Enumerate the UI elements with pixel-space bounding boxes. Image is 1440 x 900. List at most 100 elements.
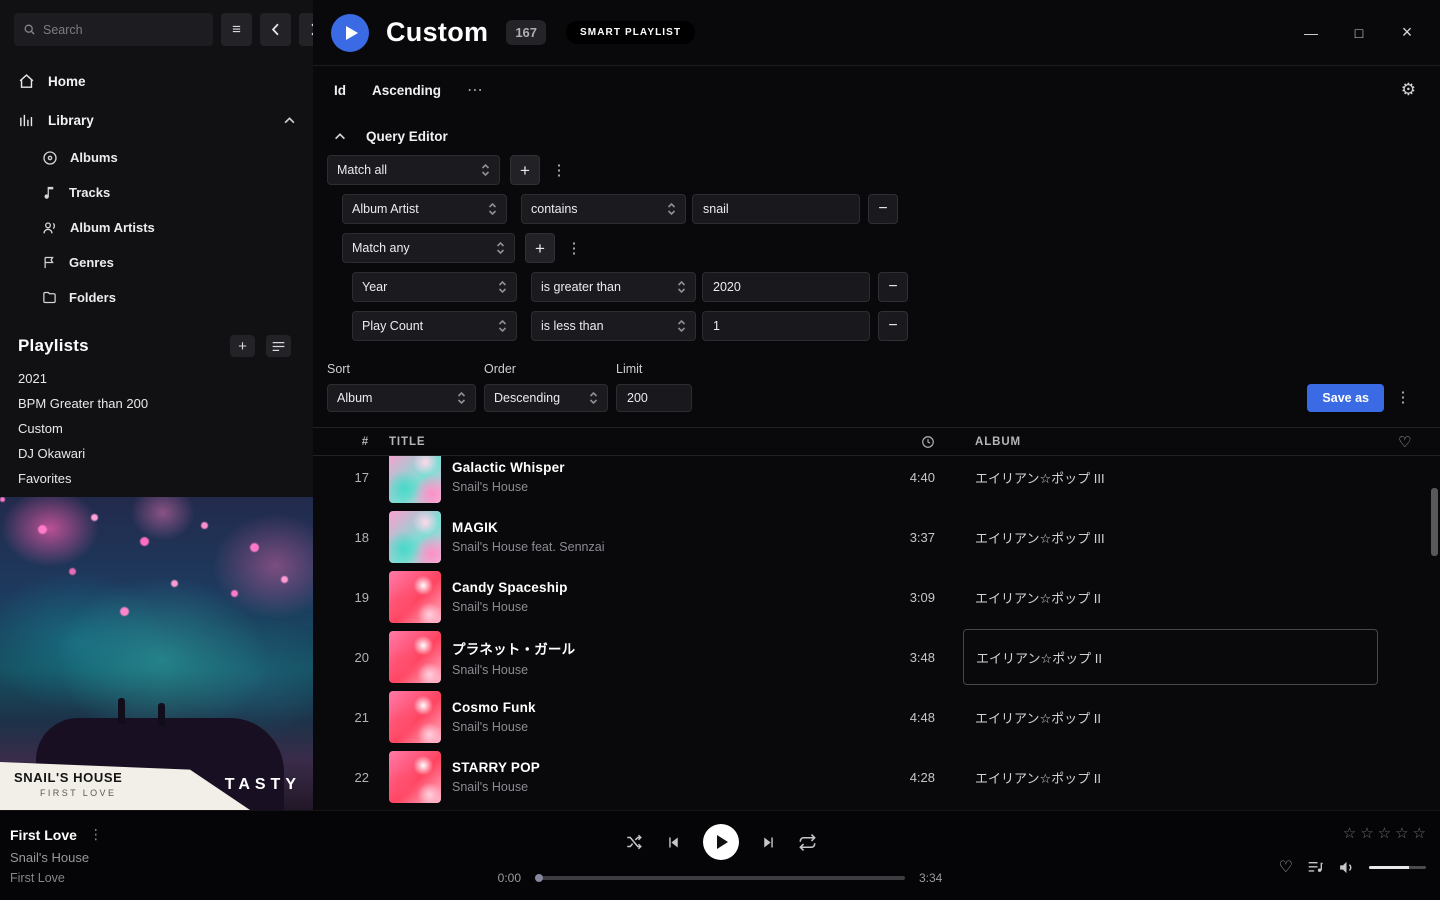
- add-playlist-button[interactable]: +: [230, 335, 255, 357]
- remove-rule-button[interactable]: −: [878, 272, 908, 302]
- save-menu-button[interactable]: ⋮: [1392, 382, 1414, 412]
- column-favorite[interactable]: ♡: [1390, 433, 1440, 451]
- sort-field-button[interactable]: Id: [334, 83, 346, 98]
- rule-value-input[interactable]: [692, 194, 860, 224]
- sidebar-item-albums[interactable]: Albums: [0, 140, 313, 175]
- now-playing-artwork[interactable]: SNAIL'S HOUSE FIRST LOVE TASTY: [0, 497, 313, 810]
- track-album[interactable]: エイリアン☆ポップ III: [945, 468, 1390, 487]
- add-group-rule-button[interactable]: +: [525, 233, 555, 263]
- sort-direction-button[interactable]: Ascending: [372, 83, 441, 98]
- star-2[interactable]: ☆: [1360, 824, 1373, 842]
- track-title: STARRY POP: [452, 760, 540, 775]
- playlist-list-button[interactable]: [266, 335, 291, 357]
- playlist-item[interactable]: Favorites: [0, 466, 313, 491]
- save-as-button[interactable]: Save as: [1307, 384, 1384, 412]
- scrollbar-thumb[interactable]: [1431, 488, 1438, 556]
- queue-icon: [1307, 860, 1324, 875]
- volume-button[interactable]: [1338, 859, 1355, 876]
- star-5[interactable]: ☆: [1413, 824, 1426, 842]
- star-1[interactable]: ☆: [1343, 824, 1356, 842]
- more-options-button[interactable]: ⋯: [467, 80, 484, 100]
- now-playing-title[interactable]: First Love: [10, 827, 77, 843]
- group-menu-button[interactable]: ⋮: [563, 233, 585, 263]
- order-select[interactable]: Descending: [484, 384, 608, 412]
- match-type-select[interactable]: Match all: [327, 155, 500, 185]
- nav-forward-button[interactable]: [299, 13, 313, 46]
- next-track-button[interactable]: [760, 834, 777, 851]
- shuffle-button[interactable]: [624, 833, 644, 851]
- star-3[interactable]: ☆: [1378, 824, 1391, 842]
- sidebar-item-genres[interactable]: Genres: [0, 245, 313, 280]
- play-pause-button[interactable]: [703, 824, 739, 860]
- chevron-up-icon[interactable]: [284, 117, 295, 124]
- favorite-button[interactable]: ♡: [1279, 857, 1293, 877]
- track-menu-button[interactable]: ⋮: [89, 826, 103, 843]
- sidebar-item-album-artists[interactable]: Album Artists: [0, 210, 313, 245]
- sidebar-item-library[interactable]: Library: [0, 101, 313, 140]
- star-4[interactable]: ☆: [1395, 824, 1408, 842]
- plus-icon: +: [520, 162, 530, 179]
- window-minimize-button[interactable]: —: [1300, 25, 1322, 41]
- collapse-query-editor-button[interactable]: [327, 133, 353, 140]
- playlist-item[interactable]: BPM Greater than 200: [0, 391, 313, 416]
- now-playing-album[interactable]: First Love: [10, 871, 103, 885]
- track-album[interactable]: エイリアン☆ポップ III: [945, 528, 1390, 547]
- column-title[interactable]: TITLE: [381, 436, 885, 448]
- track-album-focused[interactable]: エイリアン☆ポップ II: [963, 629, 1378, 685]
- rule-field-select[interactable]: Album Artist: [342, 194, 507, 224]
- sidebar-item-folders[interactable]: Folders: [0, 280, 313, 315]
- column-album[interactable]: ALBUM: [945, 436, 1390, 448]
- sort-select[interactable]: Album: [327, 384, 476, 412]
- track-row[interactable]: 18 MAGIK Snail's House feat. Sennzai 3:3…: [313, 507, 1440, 567]
- rule-field-select[interactable]: Play Count: [352, 311, 517, 341]
- select-arrows-icon: [498, 319, 507, 333]
- settings-gear-icon[interactable]: ⚙: [1401, 80, 1416, 100]
- remove-rule-button[interactable]: −: [868, 194, 898, 224]
- now-playing-artist[interactable]: Snail's House: [10, 850, 103, 865]
- rule-operator-select[interactable]: is less than: [531, 311, 696, 341]
- track-row[interactable]: 22 STARRY POP Snail's House 4:28 エイリアン☆ポ…: [313, 747, 1440, 807]
- track-row[interactable]: 20 プラネット・ガール Snail's House 3:48 エイリアン☆ポッ…: [313, 627, 1440, 687]
- nav-back-button[interactable]: [260, 13, 291, 46]
- search-box[interactable]: [14, 13, 213, 46]
- playlist-item[interactable]: Custom: [0, 416, 313, 441]
- seek-handle[interactable]: [535, 874, 543, 882]
- repeat-button[interactable]: [798, 833, 817, 852]
- track-row[interactable]: 21 Cosmo Funk Snail's House 4:48 エイリアン☆ポ…: [313, 687, 1440, 747]
- track-row[interactable]: 17 Galactic Whisper Snail's House 4:40 エ…: [313, 456, 1440, 507]
- window-close-button[interactable]: ×: [1396, 22, 1418, 43]
- play-playlist-button[interactable]: [331, 14, 369, 52]
- select-arrows-icon: [496, 241, 505, 255]
- column-duration[interactable]: [885, 435, 945, 449]
- column-number[interactable]: #: [313, 436, 381, 448]
- rule-value-input[interactable]: [702, 272, 870, 302]
- rule-operator-select[interactable]: is greater than: [531, 272, 696, 302]
- remove-rule-button[interactable]: −: [878, 311, 908, 341]
- rule-field-select[interactable]: Year: [352, 272, 517, 302]
- track-album[interactable]: エイリアン☆ポップ II: [945, 768, 1390, 787]
- search-input[interactable]: [43, 23, 204, 37]
- limit-input[interactable]: [616, 384, 692, 412]
- add-rule-button[interactable]: +: [510, 155, 540, 185]
- group-match-type-select[interactable]: Match any: [342, 233, 515, 263]
- volume-slider[interactable]: [1369, 866, 1426, 869]
- playlist-item[interactable]: DJ Okawari: [0, 441, 313, 466]
- seek-bar[interactable]: [535, 876, 905, 880]
- albums-label: Albums: [70, 150, 118, 165]
- select-arrows-icon: [481, 163, 490, 177]
- rule-group-menu-button[interactable]: ⋮: [548, 155, 570, 185]
- playlist-item[interactable]: 2021: [0, 366, 313, 391]
- menu-button[interactable]: ≡: [221, 13, 252, 46]
- previous-track-button[interactable]: [665, 834, 682, 851]
- queue-button[interactable]: [1307, 860, 1324, 875]
- track-row[interactable]: 19 Candy Spaceship Snail's House 3:09 エイ…: [313, 567, 1440, 627]
- track-duration: 3:09: [885, 590, 945, 605]
- track-album[interactable]: エイリアン☆ポップ II: [945, 708, 1390, 727]
- track-album[interactable]: エイリアン☆ポップ II: [945, 588, 1390, 607]
- rule-value-input[interactable]: [702, 311, 870, 341]
- sidebar-item-home[interactable]: Home: [0, 62, 313, 101]
- sidebar-item-tracks[interactable]: Tracks: [0, 175, 313, 210]
- rule-operator-select[interactable]: contains: [521, 194, 686, 224]
- window-maximize-button[interactable]: □: [1348, 25, 1370, 41]
- tracks-label: Tracks: [69, 185, 110, 200]
